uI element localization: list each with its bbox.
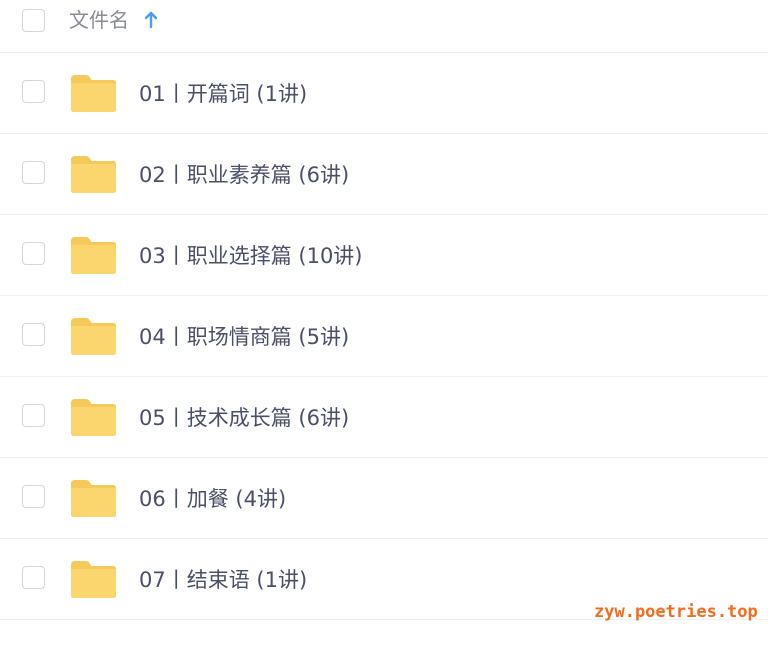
column-header-filename[interactable]: 文件名 <box>69 6 129 34</box>
row-checkbox[interactable] <box>22 485 45 508</box>
file-name[interactable]: 06丨加餐 (4讲) <box>139 484 286 514</box>
arrow-up-icon[interactable] <box>144 11 158 29</box>
file-row[interactable]: 06丨加餐 (4讲) <box>0 458 768 539</box>
file-name[interactable]: 03丨职业选择篇 (10讲) <box>139 241 363 271</box>
folder-icon <box>71 561 116 598</box>
folder-icon <box>71 399 116 436</box>
row-checkbox[interactable] <box>22 404 45 427</box>
file-name[interactable]: 01丨开篇词 (1讲) <box>139 79 307 109</box>
file-name[interactable]: 02丨职业素养篇 (6讲) <box>139 160 349 190</box>
file-row[interactable]: 01丨开篇词 (1讲) <box>0 53 768 134</box>
folder-icon <box>71 75 116 112</box>
file-name[interactable]: 05丨技术成长篇 (6讲) <box>139 403 349 433</box>
file-list: 文件名 01丨开篇词 (1讲) 02丨职业素养篇 (6讲) 03丨职业选择篇 (… <box>0 0 768 645</box>
file-list-header: 文件名 <box>0 0 768 53</box>
file-name[interactable]: 07丨结束语 (1讲) <box>139 565 307 595</box>
select-all-checkbox[interactable] <box>22 9 45 32</box>
watermark-text: zyw.poetries.top <box>594 602 758 622</box>
row-checkbox[interactable] <box>22 242 45 265</box>
row-checkbox[interactable] <box>22 566 45 589</box>
folder-icon <box>71 318 116 355</box>
row-checkbox[interactable] <box>22 80 45 103</box>
file-row[interactable]: 05丨技术成长篇 (6讲) <box>0 377 768 458</box>
folder-icon <box>71 237 116 274</box>
file-name[interactable]: 04丨职场情商篇 (5讲) <box>139 322 349 352</box>
file-row[interactable]: 03丨职业选择篇 (10讲) <box>0 215 768 296</box>
file-row[interactable]: 02丨职业素养篇 (6讲) <box>0 134 768 215</box>
row-checkbox[interactable] <box>22 323 45 346</box>
file-row[interactable]: 04丨职场情商篇 (5讲) <box>0 296 768 377</box>
folder-icon <box>71 480 116 517</box>
folder-icon <box>71 156 116 193</box>
row-checkbox[interactable] <box>22 161 45 184</box>
